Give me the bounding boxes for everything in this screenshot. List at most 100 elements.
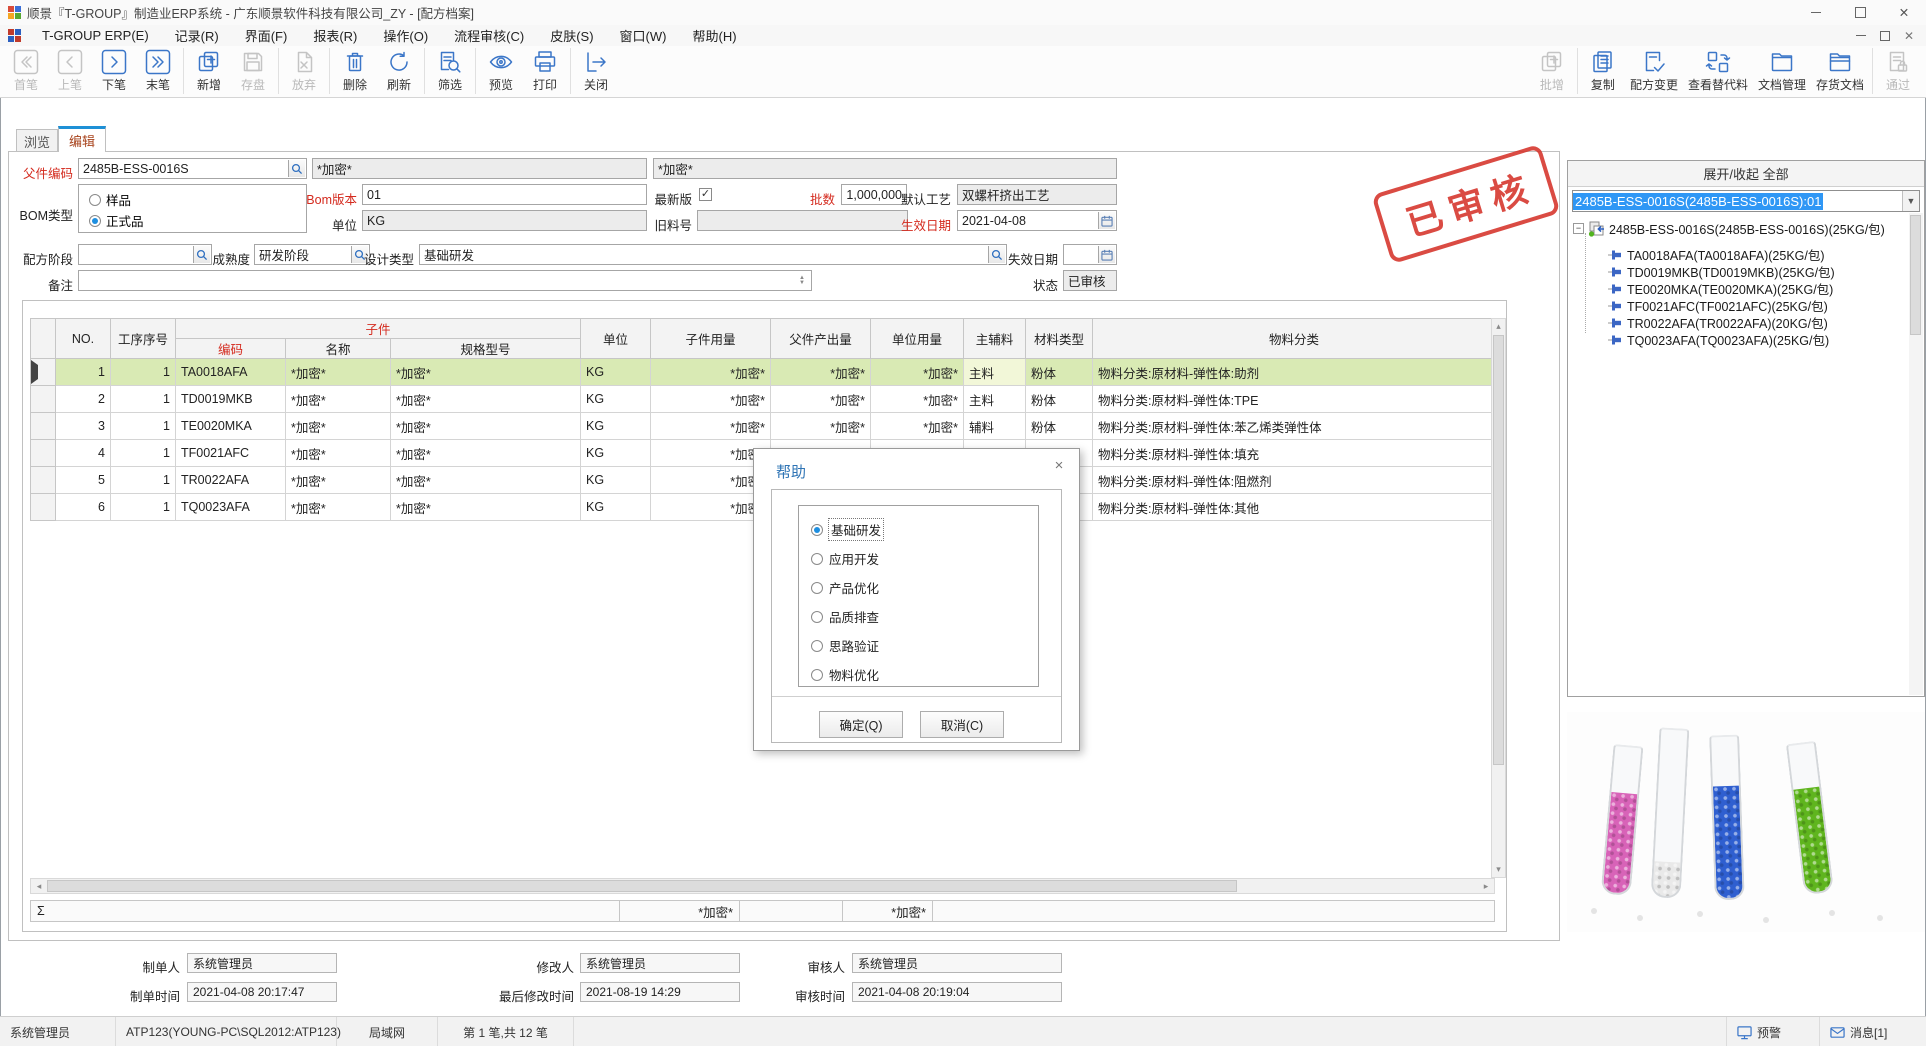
col-seq[interactable]: 工序序号	[111, 319, 176, 359]
sum-empty-cell	[740, 900, 843, 922]
scroll-left-icon[interactable]: ◂	[32, 879, 46, 893]
col-child-qty[interactable]: 子件用量	[651, 319, 771, 359]
next-record-button[interactable]: 下笔	[92, 46, 136, 96]
design-type-field[interactable]: 基础研发	[419, 244, 1007, 265]
effective-date-field[interactable]: 2021-04-08	[957, 210, 1117, 231]
document-manage-button[interactable]: 文档管理	[1753, 46, 1811, 96]
radio-on-icon	[811, 524, 823, 536]
status-bar: 系统管理员 ATP123(YOUNG-PC\SQL2012:ATP123) 局域…	[0, 1016, 1926, 1046]
scroll-up-icon[interactable]: ▴	[1492, 320, 1505, 333]
menu-report[interactable]: 报表(R)	[300, 26, 370, 45]
menu-app[interactable]: T-GROUP ERP(E)	[29, 28, 162, 43]
inventory-doc-button[interactable]: 存货文档	[1811, 46, 1869, 96]
menu-window[interactable]: 窗口(W)	[607, 26, 680, 45]
grid-vscrollbar[interactable]: ▴ ▾	[1491, 318, 1506, 878]
design-type-lookup-button[interactable]	[988, 246, 1005, 263]
refresh-button[interactable]: 刷新	[377, 46, 421, 96]
print-button[interactable]: 打印	[523, 46, 567, 96]
remark-spinner[interactable]: ▲▼	[794, 272, 810, 289]
option-app-dev[interactable]: 应用开发	[811, 544, 1038, 573]
scroll-right-icon[interactable]: ▸	[1479, 879, 1493, 893]
col-unit-qty[interactable]: 单位用量	[871, 319, 964, 359]
view-substitute-button[interactable]: 查看替代料	[1683, 46, 1753, 96]
bom-version-field[interactable]: 01	[362, 184, 647, 205]
expand-collapse-all-button[interactable]: 展开/收起 全部	[1568, 161, 1924, 187]
col-parent-qty[interactable]: 父件产出量	[771, 319, 871, 359]
scroll-down-icon[interactable]: ▾	[1492, 863, 1505, 876]
dialog-ok-button[interactable]: 确定(Q)	[819, 711, 903, 738]
option-basic-rd[interactable]: 基础研发	[811, 515, 1038, 544]
expire-date-calendar-button[interactable]	[1098, 246, 1115, 263]
dialog-cancel-button[interactable]: 取消(C)	[920, 711, 1004, 738]
col-no[interactable]: NO.	[56, 319, 111, 359]
col-child-group[interactable]: 子件	[176, 319, 581, 339]
menu-workflow[interactable]: 流程审核(C)	[441, 26, 537, 45]
option-product-opt[interactable]: 产品优化	[811, 573, 1038, 602]
formula-stage-field[interactable]	[78, 244, 212, 265]
child-minimize-icon[interactable]	[1856, 35, 1866, 36]
tab-browse[interactable]: 浏览	[16, 129, 58, 152]
status-alert-button[interactable]: 预警	[1727, 1017, 1820, 1046]
tree-item[interactable]: TQ0023AFA(TQ0023AFA)(25KG/包)	[1608, 330, 1829, 349]
add-button[interactable]: 新增	[187, 46, 231, 96]
grid-hscrollbar[interactable]: ◂ ▸	[30, 878, 1495, 894]
parent-code-field[interactable]: 2485B-ESS-0016S	[78, 158, 307, 179]
col-spec[interactable]: 规格型号	[391, 339, 581, 359]
menu-interface[interactable]: 界面(F)	[232, 26, 301, 45]
grid-row-2[interactable]: 21 TD0019MKB*加密**加密* KG*加密* *加密**加密* 主料粉…	[31, 386, 1496, 413]
child-restore-icon[interactable]	[1880, 31, 1890, 41]
col-unit[interactable]: 单位	[581, 319, 651, 359]
expire-date-field[interactable]	[1063, 244, 1117, 265]
maturity-field[interactable]: 研发阶段	[254, 244, 370, 265]
formula-change-button[interactable]: 配方变更	[1625, 46, 1683, 96]
option-quality-check[interactable]: 品质排查	[811, 602, 1038, 631]
delete-icon	[342, 49, 368, 75]
bom-type-option-sample[interactable]: 样品	[89, 190, 131, 209]
first-record-button: 首笔	[4, 46, 48, 96]
audit-time-field: 2021-04-08 20:19:04	[852, 982, 1062, 1002]
preview-button[interactable]: 预览	[479, 46, 523, 96]
col-name[interactable]: 名称	[286, 339, 391, 359]
col-classification[interactable]: 物料分类	[1093, 319, 1496, 359]
close-form-button[interactable]: 关闭	[574, 46, 618, 96]
col-main-aux[interactable]: 主辅料	[964, 319, 1026, 359]
restore-button[interactable]	[1838, 0, 1882, 25]
bom-version-combo[interactable]: 2485B-ESS-0016S(2485B-ESS-0016S):01 ▼	[1572, 190, 1920, 212]
grid-row-1[interactable]: 11 TA0018AFA*加密**加密* KG*加密* *加密**加密* 主料粉…	[31, 359, 1496, 386]
latest-version-checkbox[interactable]: ✓	[699, 188, 712, 201]
minimize-button[interactable]	[1794, 0, 1838, 25]
collapse-icon[interactable]: −	[1573, 223, 1584, 234]
combo-dropdown-icon[interactable]: ▼	[1902, 191, 1919, 211]
tree-vscrollbar[interactable]	[1909, 213, 1923, 695]
tree-root-item[interactable]: − 2485B-ESS-0016S(2485B-ESS-0016S)(25KG/…	[1573, 219, 1885, 238]
child-close-icon[interactable]: ✕	[1904, 29, 1914, 43]
bom-type-option-official[interactable]: 正式品	[89, 211, 144, 230]
col-code[interactable]: 编码	[176, 339, 286, 359]
menu-operate[interactable]: 操作(O)	[370, 26, 441, 45]
effective-date-calendar-button[interactable]	[1098, 212, 1115, 229]
option-idea-verify[interactable]: 思路验证	[811, 631, 1038, 660]
bom-type-group: 样品 正式品	[78, 184, 307, 233]
last-record-button[interactable]: 末笔	[136, 46, 180, 96]
status-message-button[interactable]: 消息[1]	[1820, 1017, 1926, 1046]
copy-button[interactable]: 复制	[1581, 46, 1625, 96]
grid-row-3[interactable]: 31 TE0020MKA*加密**加密* KG*加密* *加密**加密* 辅料粉…	[31, 413, 1496, 440]
save-icon	[240, 49, 266, 75]
prev-record-icon	[57, 49, 83, 75]
option-material-opt[interactable]: 物料优化	[811, 660, 1038, 689]
remark-field[interactable]: ▲▼	[78, 270, 812, 291]
menu-help[interactable]: 帮助(H)	[679, 26, 749, 45]
col-mat-type[interactable]: 材料类型	[1026, 319, 1093, 359]
filter-button[interactable]: 筛选	[428, 46, 472, 96]
close-button[interactable]: ✕	[1882, 0, 1926, 25]
menu-skin[interactable]: 皮肤(S)	[537, 26, 606, 45]
parent-code-lookup-button[interactable]	[288, 160, 305, 177]
delete-button[interactable]: 删除	[333, 46, 377, 96]
tree-vscroll-thumb[interactable]	[1910, 215, 1921, 335]
tab-edit[interactable]: 编辑	[58, 126, 106, 152]
vscroll-thumb[interactable]	[1493, 335, 1504, 765]
default-process-label: 默认工艺	[893, 189, 951, 208]
hscroll-thumb[interactable]	[47, 880, 1237, 892]
dialog-close-button[interactable]: ×	[1049, 457, 1069, 474]
menu-record[interactable]: 记录(R)	[162, 26, 232, 45]
